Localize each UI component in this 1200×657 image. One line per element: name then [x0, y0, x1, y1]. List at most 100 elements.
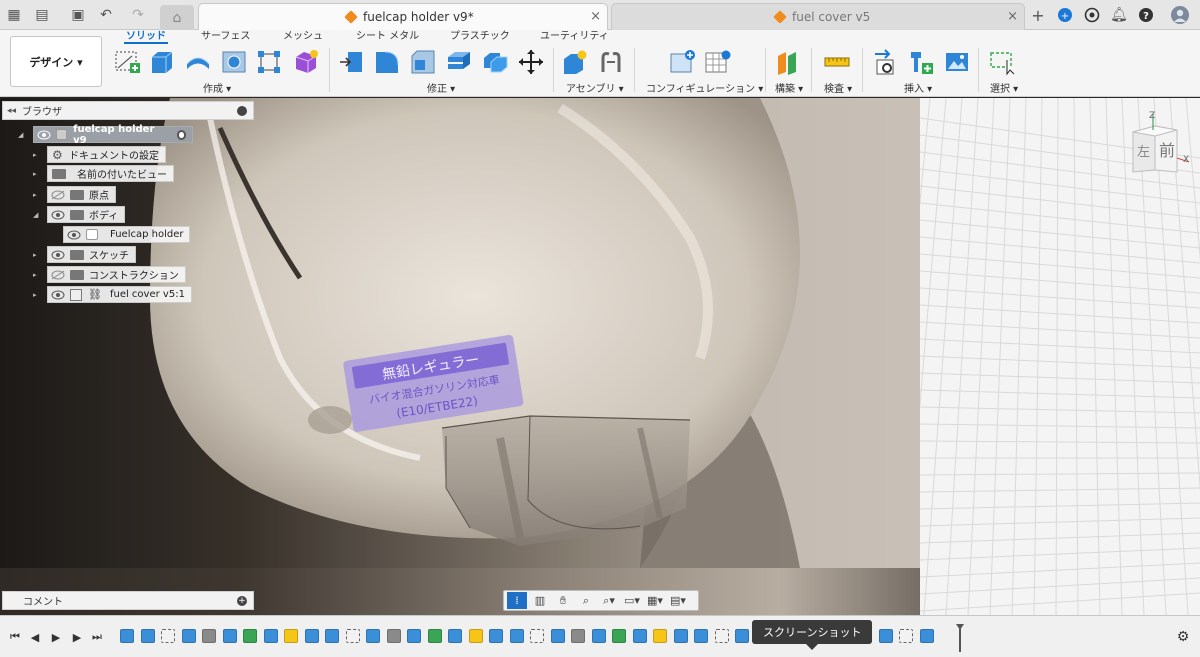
new-tab-icon[interactable]: + [1028, 5, 1048, 25]
joint-icon[interactable] [597, 48, 625, 76]
timeline-feature-icon[interactable] [632, 629, 647, 643]
modify-group-label[interactable]: 修正 ▾ [427, 80, 455, 95]
zoom-icon[interactable]: ⌕ [576, 592, 596, 609]
timeline-feature-icon[interactable] [530, 629, 544, 643]
tab-sheet-metal[interactable]: シート メタル [354, 30, 421, 44]
redo-icon[interactable]: ↷ [128, 5, 148, 25]
timeline-feature-icon[interactable] [263, 629, 278, 643]
collapse-icon[interactable]: ◢ [33, 211, 41, 219]
expand-root-icon[interactable]: ◢ [18, 131, 26, 139]
insert-derive-icon[interactable] [871, 48, 899, 76]
timeline-feature-icon[interactable] [304, 629, 319, 643]
home-tab[interactable]: ⌂ [160, 5, 194, 30]
expand-icon[interactable]: ▸ [33, 291, 41, 299]
hidden-eye-icon[interactable] [51, 270, 65, 280]
play-icon[interactable]: ▶ [49, 630, 63, 644]
canvas-viewport[interactable]: 無鉛レギュラー バイオ混合ガソリン対応車 (E10/ETBE22) Z X 左 … [0, 98, 1200, 615]
timeline-feature-icon[interactable] [345, 629, 360, 643]
step-forward-icon[interactable]: ▶ [70, 630, 84, 644]
tab-plastic[interactable]: プラスチック [448, 30, 512, 44]
hidden-eye-icon[interactable] [51, 190, 65, 200]
timeline-feature-icon[interactable] [673, 629, 688, 643]
timeline-settings-icon[interactable]: ⚙ [1176, 629, 1190, 645]
move-icon[interactable] [517, 48, 545, 76]
configuration-table-icon[interactable] [703, 48, 731, 76]
browser-panel-header[interactable]: ◂◂ ブラウザ [2, 101, 254, 120]
timeline-feature-icon[interactable] [489, 629, 503, 643]
visibility-eye-icon[interactable] [37, 130, 51, 140]
browser-item-sketches[interactable]: スケッチ [47, 246, 136, 263]
timeline-feature-icon[interactable] [366, 629, 380, 643]
tab-solid[interactable]: ソリッド [124, 30, 168, 44]
browser-item-body-fuelcap-holder[interactable]: Fuelcap holder [63, 226, 191, 243]
press-pull-icon[interactable] [338, 48, 366, 76]
timeline-feature-icon[interactable] [243, 629, 257, 643]
grid-settings-icon[interactable]: ▦▾ [645, 592, 665, 609]
construct-group-label[interactable]: 構築 ▾ [775, 80, 803, 95]
create-group-label[interactable]: 作成 ▾ [203, 80, 231, 95]
visibility-eye-icon[interactable] [67, 230, 81, 240]
shell-icon[interactable] [445, 48, 473, 76]
chamfer-icon[interactable] [409, 48, 437, 76]
workspace-switcher-button[interactable]: デザイン ▾ [10, 36, 102, 87]
timeline-feature-icon[interactable] [181, 629, 196, 643]
timeline-feature-icon[interactable] [591, 629, 606, 643]
panel-toggle-icon[interactable] [237, 106, 247, 116]
collapse-panel-icon[interactable]: ◂◂ [7, 106, 16, 116]
timeline-feature-icon[interactable] [714, 629, 729, 643]
look-at-icon[interactable]: ▥ [530, 592, 550, 609]
select-window-icon[interactable] [988, 48, 1016, 76]
viewcube-front-face[interactable]: 前 [1159, 141, 1175, 160]
timeline-feature-icon[interactable] [899, 629, 913, 643]
job-status-icon[interactable] [1082, 5, 1102, 25]
timeline-feature-icon[interactable] [612, 629, 626, 643]
go-to-start-icon[interactable]: ⏮ [8, 630, 22, 644]
pan-icon[interactable]: ✋︎ [553, 592, 573, 609]
timeline-feature-icon[interactable] [694, 629, 708, 643]
form-icon[interactable] [292, 48, 320, 76]
timeline-feature-icon[interactable] [222, 629, 237, 643]
timeline-feature-icon[interactable] [386, 629, 401, 643]
timeline-feature-icon[interactable] [120, 629, 134, 643]
browser-item-fuel-cover-link[interactable]: ⛓ fuel cover v5:1 [47, 286, 192, 303]
timeline-feature-icon[interactable] [140, 629, 155, 643]
offset-plane-icon[interactable] [774, 48, 802, 76]
timeline-feature-icon[interactable] [161, 629, 175, 643]
help-icon[interactable]: ? [1136, 5, 1156, 25]
timeline-feature-icon[interactable] [735, 629, 749, 643]
browser-item-origin[interactable]: 原点 [47, 186, 116, 203]
pattern-icon[interactable] [255, 48, 283, 76]
comments-panel-header[interactable]: コメント + [2, 591, 254, 610]
timeline-feature-icon[interactable] [325, 629, 339, 643]
timeline-feature-icon[interactable] [571, 629, 585, 643]
step-back-icon[interactable]: ◀ [28, 630, 42, 644]
timeline-feature-icon[interactable] [878, 629, 893, 643]
visibility-eye-icon[interactable] [51, 290, 65, 300]
insert-canvas-icon[interactable] [943, 48, 971, 76]
close-tab-icon[interactable]: × [590, 9, 601, 24]
combine-icon[interactable] [481, 48, 509, 76]
browser-item-document-settings[interactable]: ⚙ ドキュメントの設定 [47, 146, 166, 163]
timeline-feature-icon[interactable] [468, 629, 483, 643]
add-comment-icon[interactable]: + [237, 596, 247, 606]
expand-icon[interactable]: ▸ [33, 191, 41, 199]
timeline-feature-icon[interactable] [653, 629, 667, 643]
browser-item-named-views[interactable]: 名前の付いたビュー [47, 165, 174, 182]
assemble-group-label[interactable]: アセンブリ ▾ [566, 80, 624, 95]
insert-group-label[interactable]: 挿入 ▾ [904, 80, 932, 95]
timeline-feature-icon[interactable] [509, 629, 524, 643]
tab-utilities[interactable]: ユーティリティ [538, 30, 611, 44]
tab-fuelcap-holder[interactable]: fuelcap holder v9* × [198, 3, 608, 30]
viewcube-left-face[interactable]: 左 [1137, 145, 1150, 160]
app-grid-icon[interactable]: ▦ [4, 5, 24, 25]
timeline-feature-icon[interactable] [448, 629, 462, 643]
timeline-feature-icon[interactable] [284, 629, 298, 643]
display-settings-icon[interactable]: ▭▾ [622, 592, 642, 609]
timeline-feature-icon[interactable] [550, 629, 565, 643]
timeline-feature-icon[interactable] [407, 629, 421, 643]
select-group-label[interactable]: 選択 ▾ [990, 80, 1018, 95]
tab-mesh[interactable]: メッシュ [281, 30, 325, 44]
viewcube[interactable]: Z X 左 前 [1115, 110, 1195, 180]
activate-radio-icon[interactable] [176, 129, 187, 140]
inspect-group-label[interactable]: 検査 ▾ [824, 80, 852, 95]
